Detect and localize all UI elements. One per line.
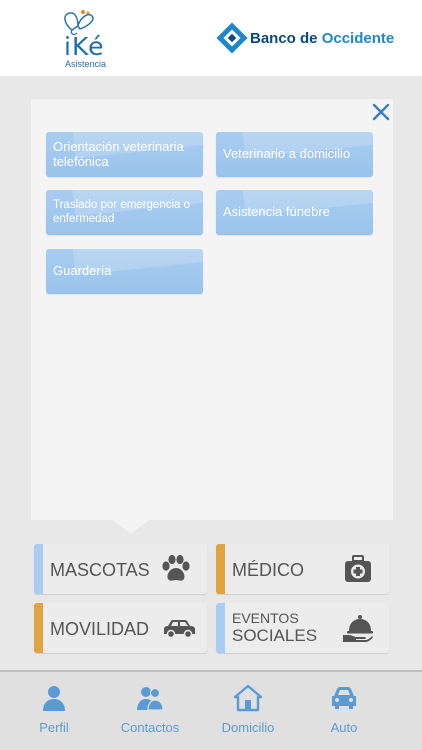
service-guarderia-button[interactable]: Guardería: [46, 249, 203, 294]
category-movilidad-button[interactable]: MOVILIDAD: [34, 603, 207, 653]
bank-name: Banco de Occidente: [250, 30, 394, 47]
category-color-bar: [34, 603, 43, 653]
service-label: Traslado por emergencia o enfermedad: [53, 199, 191, 225]
serving-tray-icon: [343, 615, 373, 642]
house-icon: [234, 684, 262, 712]
close-icon[interactable]: [370, 101, 392, 123]
service-label: Asistencia fúnebre: [223, 204, 330, 220]
bank-diamond-icon: [216, 22, 248, 54]
category-medico-button[interactable]: MÉDICO: [216, 544, 389, 594]
service-label: Orientación veterinaria telefónica: [53, 138, 184, 169]
nav-item-contactos[interactable]: Contactos: [100, 672, 200, 750]
bank-name-part2: Occidente: [321, 30, 395, 47]
service-asistencia-funebre-button[interactable]: Asistencia fúnebre: [216, 190, 373, 235]
banco-de-occidente-logo: Banco de Occidente: [216, 22, 396, 56]
paw-icon: [162, 554, 190, 581]
nav-item-domicilio[interactable]: Domicilio: [198, 672, 298, 750]
category-eventos-sociales-button[interactable]: EVENTOS SOCIALES: [216, 603, 389, 653]
category-mascotas-button[interactable]: MASCOTAS: [34, 544, 207, 594]
category-label: EVENTOS SOCIALES: [232, 610, 332, 644]
category-label: MASCOTAS: [50, 560, 150, 580]
car-icon: [332, 687, 356, 709]
category-label-line2: SOCIALES: [232, 626, 318, 645]
service-label: Guardería: [53, 263, 112, 279]
category-color-bar: [216, 544, 225, 594]
service-orientacion-veterinaria-button[interactable]: Orientación veterinaria telefónica: [46, 132, 203, 177]
category-label-line1: EVENTOS: [232, 610, 299, 626]
nav-item-perfil[interactable]: Perfil: [4, 672, 104, 750]
category-color-bar: [216, 603, 225, 653]
car-icon: [164, 620, 195, 639]
nav-label: Perfil: [39, 720, 69, 735]
app-header: iKé Asistencia Banco de Occidente: [0, 0, 422, 76]
category-label: MÉDICO: [232, 560, 304, 580]
ike-asistencia-logo: iKé Asistencia: [58, 8, 122, 70]
panel-pointer: [113, 520, 149, 534]
ike-logo-subtitle: Asistencia: [65, 59, 107, 69]
person-icon: [43, 686, 65, 711]
nav-label: Contactos: [120, 720, 180, 735]
service-veterinario-domicilio-button[interactable]: Veterinario a domicilio: [216, 132, 373, 177]
ike-logo-word: iKé: [64, 32, 105, 61]
nav-label: Domicilio: [221, 720, 275, 735]
nav-item-auto[interactable]: Auto: [294, 672, 394, 750]
bottom-navbar: Perfil Contactos Domicilio Auto: [0, 672, 422, 750]
nav-label: Auto: [330, 720, 358, 735]
category-label: MOVILIDAD: [50, 619, 150, 639]
service-traslado-emergencia-button[interactable]: Traslado por emergencia o enfermedad: [46, 190, 203, 235]
medical-kit-icon: [345, 555, 371, 582]
category-color-bar: [34, 544, 43, 594]
service-label: Veterinario a domicilio: [223, 146, 351, 162]
bank-name-part1: Banco de: [250, 30, 322, 47]
contacts-icon: [137, 687, 164, 711]
